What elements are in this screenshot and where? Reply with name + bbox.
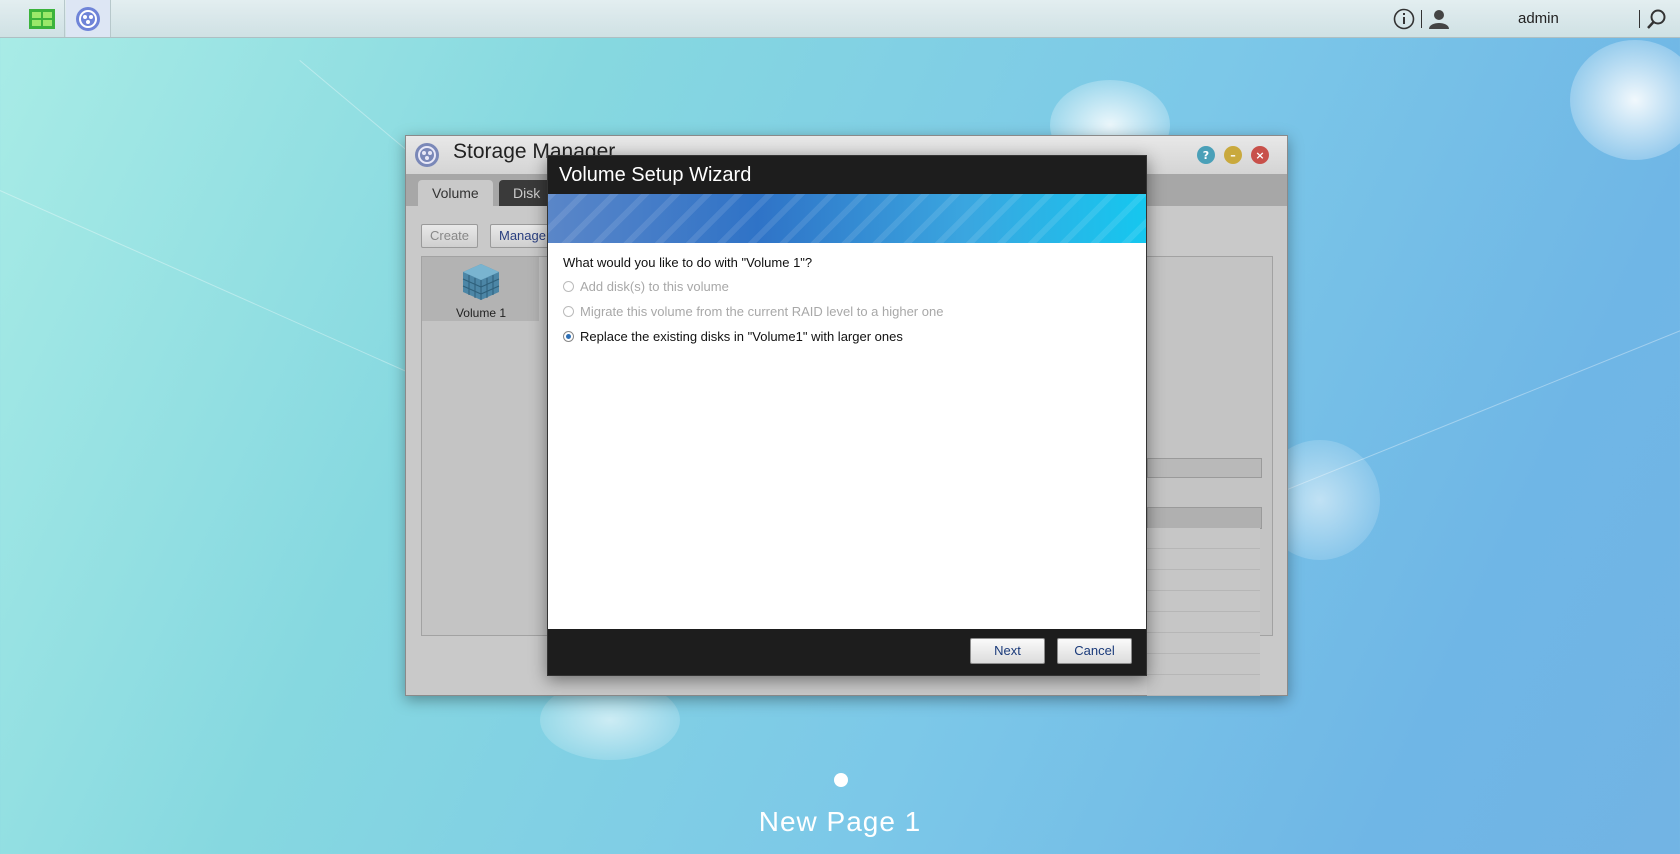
info-icon[interactable] xyxy=(1393,8,1415,30)
option-replace-disks-radio[interactable] xyxy=(563,331,574,342)
help-icon: ? xyxy=(1202,148,1210,162)
minimize-button[interactable]: – xyxy=(1224,146,1242,164)
option-add-disks-label: Add disk(s) to this volume xyxy=(580,279,729,294)
wizard-footer: Next Cancel xyxy=(548,629,1146,675)
separator xyxy=(1421,9,1422,28)
volume-label: Volume 1 xyxy=(455,306,507,320)
tab-disk[interactable]: Disk xyxy=(499,180,555,206)
table-row xyxy=(1147,633,1260,654)
close-button[interactable]: × xyxy=(1251,146,1269,164)
wizard-question: What would you like to do with "Volume 1… xyxy=(563,255,813,270)
storage-manager-icon xyxy=(76,6,100,31)
manage-button[interactable]: Manage xyxy=(490,224,555,248)
topbar-right-group xyxy=(1393,0,1450,37)
page-indicator-dot[interactable] xyxy=(834,773,848,787)
cancel-button[interactable]: Cancel xyxy=(1057,638,1132,664)
option-add-disks[interactable]: Add disk(s) to this volume xyxy=(563,279,729,294)
capacity-bar xyxy=(1147,458,1262,478)
table-row xyxy=(1147,675,1260,696)
storage-manager-task-button[interactable] xyxy=(66,0,111,37)
table-row xyxy=(1147,654,1260,675)
user-menu[interactable]: admin xyxy=(1518,0,1559,37)
table-row xyxy=(1147,591,1260,612)
background-line xyxy=(1260,327,1680,501)
background-glow xyxy=(1570,40,1680,160)
option-add-disks-radio[interactable] xyxy=(563,281,574,292)
volume-list: Volume 1 xyxy=(421,256,541,636)
wizard-titlebar[interactable]: Volume Setup Wizard xyxy=(548,156,1146,194)
table-header xyxy=(1147,507,1262,529)
help-button[interactable]: ? xyxy=(1197,146,1215,164)
option-replace-disks[interactable]: Replace the existing disks in "Volume1" … xyxy=(563,329,903,344)
close-icon: × xyxy=(1255,148,1265,162)
detail-table xyxy=(1147,528,1260,696)
table-row xyxy=(1147,528,1260,549)
top-bar: admin xyxy=(0,0,1680,38)
table-row xyxy=(1147,570,1260,591)
search-icon[interactable] xyxy=(1646,8,1668,30)
wizard-title: Volume Setup Wizard xyxy=(559,164,752,186)
table-row xyxy=(1147,549,1260,570)
desktop-page-label: New Page 1 xyxy=(758,806,922,837)
app-launcher-icon xyxy=(29,8,55,29)
username-label: admin xyxy=(1518,10,1559,27)
volume-list-item[interactable]: Volume 1 xyxy=(422,257,540,321)
option-migrate-raid[interactable]: Migrate this volume from the current RAI… xyxy=(563,304,943,319)
option-migrate-raid-label: Migrate this volume from the current RAI… xyxy=(580,304,944,319)
next-button[interactable]: Next xyxy=(970,638,1045,664)
app-launcher-button[interactable] xyxy=(20,0,65,37)
create-button[interactable]: Create xyxy=(421,224,479,248)
storage-manager-icon xyxy=(415,143,439,167)
volume-setup-wizard-dialog: Volume Setup Wizard What would you like … xyxy=(547,155,1147,676)
minimize-icon: – xyxy=(1230,148,1236,162)
search-group xyxy=(1633,0,1668,37)
separator xyxy=(1639,9,1640,28)
tab-volume[interactable]: Volume xyxy=(418,180,493,206)
option-replace-disks-label: Replace the existing disks in "Volume1" … xyxy=(580,329,903,344)
user-icon[interactable] xyxy=(1428,8,1450,30)
table-row xyxy=(1147,612,1260,633)
option-migrate-raid-radio[interactable] xyxy=(563,306,574,317)
wizard-content: What would you like to do with "Volume 1… xyxy=(548,243,1146,629)
volume-cube-icon xyxy=(462,264,500,300)
wizard-banner xyxy=(548,194,1146,243)
